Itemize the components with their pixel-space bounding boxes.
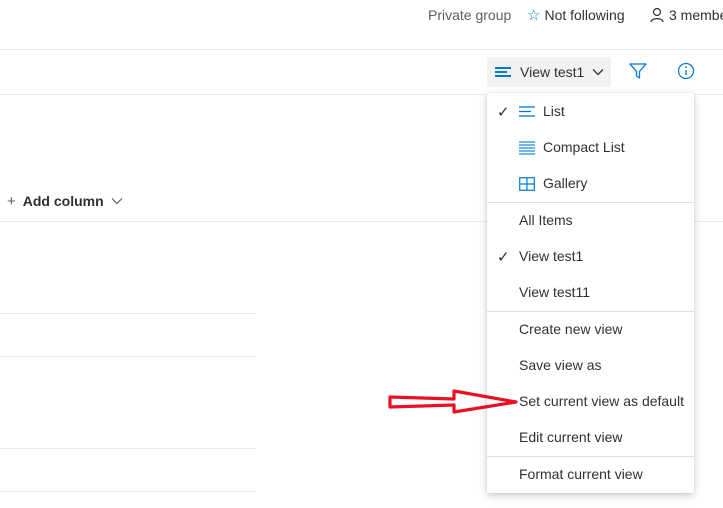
menu-item-label: View test1: [519, 248, 584, 264]
menu-item-format-current-view[interactable]: Format current view: [487, 457, 694, 493]
view-switcher-button[interactable]: View test1: [487, 57, 611, 87]
menu-item-label: List: [543, 103, 565, 119]
list-row-divider: [0, 448, 256, 449]
menu-item-label: Format current view: [519, 466, 643, 482]
list-row-divider: [0, 491, 256, 492]
menu-item-view-test11[interactable]: View test11: [487, 275, 694, 311]
menu-item-label: All Items: [519, 212, 573, 228]
menu-item-create-new-view[interactable]: Create new view: [487, 312, 694, 348]
group-privacy-label: Private group: [428, 7, 512, 23]
follow-button[interactable]: ☆ Not following: [527, 5, 625, 25]
menu-item-view-test1[interactable]: ✓ View test1: [487, 239, 694, 275]
menu-item-label: View test11: [519, 284, 591, 300]
gallery-grid-icon: [519, 177, 535, 191]
add-column-label: Add column: [22, 193, 104, 209]
menu-item-all-items[interactable]: All Items: [487, 203, 694, 239]
filter-icon: [629, 63, 647, 79]
person-icon: [650, 7, 664, 23]
list-lines-icon: [519, 106, 535, 117]
filter-button[interactable]: [628, 62, 650, 82]
checkmark-icon: ✓: [497, 104, 510, 121]
star-icon: ☆: [527, 7, 541, 24]
menu-item-edit-current-view[interactable]: Edit current view: [487, 420, 694, 456]
members-button[interactable]: 3 membe: [650, 5, 723, 25]
menu-item-compact-list[interactable]: Compact List: [487, 130, 694, 166]
view-menu: ✓ List Compact List Gallery All Items ✓ …: [487, 93, 694, 493]
menu-item-gallery[interactable]: Gallery: [487, 166, 694, 202]
menu-item-label: Compact List: [543, 139, 625, 155]
follow-label: Not following: [544, 7, 625, 23]
menu-item-label: Edit current view: [519, 429, 623, 445]
checkmark-icon: ✓: [497, 249, 510, 266]
menu-item-label: Gallery: [543, 175, 588, 191]
members-label: 3 membe: [669, 7, 723, 23]
menu-item-save-view-as[interactable]: Save view as: [487, 348, 694, 384]
plus-icon: +: [7, 192, 16, 210]
info-icon: [677, 62, 695, 80]
view-switcher-label: View test1: [520, 64, 585, 80]
add-column-button[interactable]: + Add column: [7, 191, 123, 211]
red-arrow-annotation: [388, 389, 518, 414]
menu-item-list[interactable]: ✓ List: [487, 94, 694, 130]
menu-item-label: Create new view: [519, 321, 623, 337]
menu-item-label: Save view as: [519, 357, 602, 373]
list-row-divider: [0, 313, 256, 314]
chevron-down-icon: [592, 69, 604, 76]
list-row-divider: [0, 356, 256, 357]
chevron-down-icon: [111, 198, 123, 205]
menu-item-label: Set current view as default: [519, 393, 684, 409]
info-button[interactable]: [677, 62, 697, 82]
header-divider: [0, 49, 723, 50]
list-lines-icon: [495, 66, 511, 78]
compact-list-icon: [519, 141, 535, 155]
